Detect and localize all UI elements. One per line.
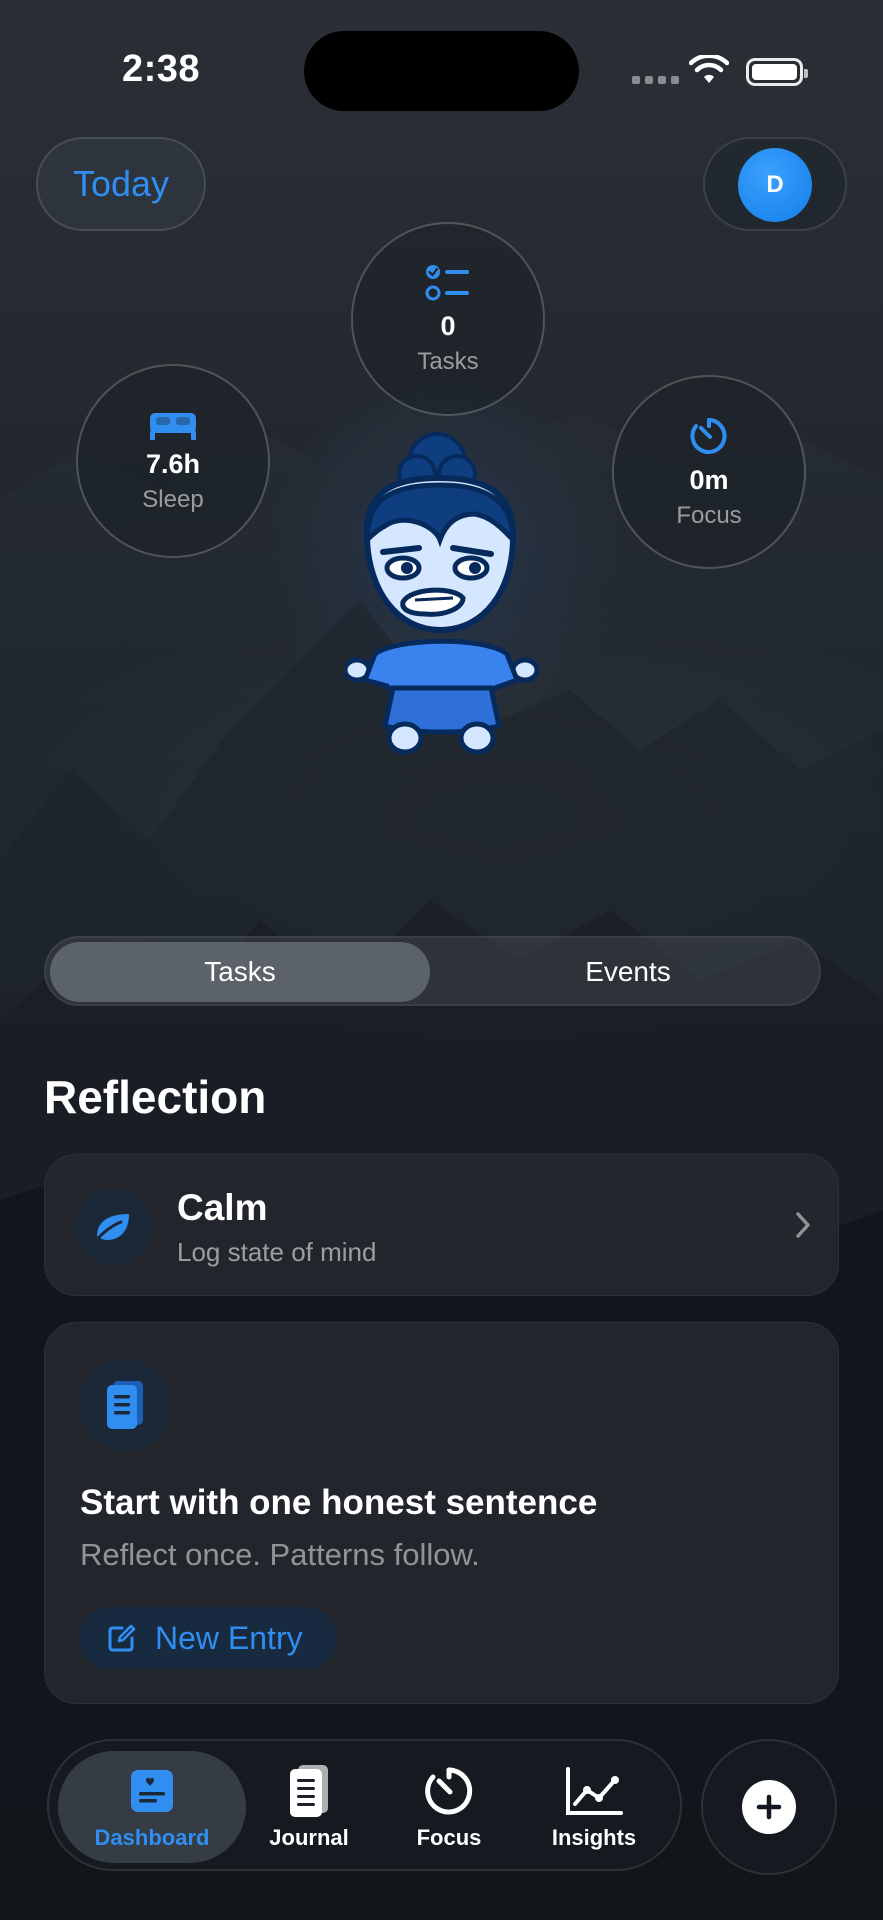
- tab-tasks[interactable]: Tasks: [50, 942, 430, 1002]
- focus-label: Focus: [676, 501, 742, 529]
- compose-icon: [108, 1624, 136, 1652]
- tab-focus[interactable]: Focus: [399, 1751, 499, 1863]
- dynamic-island: [304, 31, 579, 111]
- journal-prompt-subtitle: Reflect once. Patterns follow.: [80, 1537, 480, 1572]
- tab-journal[interactable]: Journal: [259, 1751, 359, 1863]
- section-title: Reflection: [44, 1071, 267, 1123]
- new-entry-button[interactable]: New Entry: [79, 1607, 337, 1669]
- timer-icon: [422, 1763, 476, 1819]
- tab-events[interactable]: Events: [438, 942, 818, 1002]
- tasks-value: 0: [440, 310, 456, 341]
- sleep-stat[interactable]: 7.6h Sleep: [76, 364, 270, 558]
- tab-tasks-label: Tasks: [204, 956, 276, 987]
- tab-dashboard[interactable]: Dashboard: [58, 1751, 246, 1863]
- tasks-stat[interactable]: 0 Tasks: [351, 222, 545, 416]
- cellular-signal-icon: [632, 76, 679, 84]
- plus-icon: [742, 1780, 796, 1834]
- status-time: 2:38: [122, 48, 201, 90]
- sleep-label: Sleep: [142, 485, 204, 513]
- wifi-icon: [689, 55, 729, 83]
- bottom-tab-bar: Dashboard Journal Focus Insights: [47, 1739, 682, 1871]
- today-label: Today: [72, 163, 170, 204]
- dashboard-icon: [128, 1763, 176, 1819]
- journal-book-icon: [79, 1359, 171, 1451]
- mood-title: Calm: [177, 1187, 268, 1228]
- focus-stat[interactable]: 0m Focus: [612, 375, 806, 569]
- add-button[interactable]: [701, 1739, 837, 1875]
- mood-subtitle: Log state of mind: [177, 1237, 377, 1267]
- journal-prompt-title: Start with one honest sentence: [80, 1483, 598, 1522]
- avatar[interactable]: D: [738, 148, 812, 222]
- tab-insights[interactable]: Insights: [539, 1751, 649, 1863]
- journal-prompt-card: Start with one honest sentence Reflect o…: [44, 1322, 839, 1704]
- today-button[interactable]: Today: [36, 137, 206, 231]
- tasks-label: Tasks: [417, 347, 479, 375]
- chart-icon: [565, 1763, 623, 1819]
- mascot-character[interactable]: [345, 430, 540, 760]
- bed-icon: [150, 412, 196, 440]
- tab-events-label: Events: [585, 956, 671, 987]
- focus-value: 0m: [689, 464, 729, 495]
- battery-icon: [746, 58, 808, 86]
- leaf-icon: [75, 1189, 151, 1265]
- tab-focus-label: Focus: [416, 1825, 482, 1850]
- timer-icon: [690, 417, 727, 454]
- sleep-value: 7.6h: [145, 448, 201, 479]
- tasks-events-segmented-control: Tasks Events: [44, 936, 821, 1006]
- tab-insights-label: Insights: [551, 1825, 637, 1850]
- avatar-initial: D: [766, 171, 784, 198]
- checklist-icon: [425, 264, 469, 300]
- journal-icon: [286, 1763, 332, 1819]
- tab-journal-label: Journal: [269, 1825, 349, 1850]
- chevron-right-icon: [796, 1212, 810, 1238]
- new-entry-label: New Entry: [155, 1619, 303, 1656]
- tab-dashboard-label: Dashboard: [94, 1825, 210, 1850]
- state-of-mind-card[interactable]: Calm Log state of mind: [44, 1154, 839, 1296]
